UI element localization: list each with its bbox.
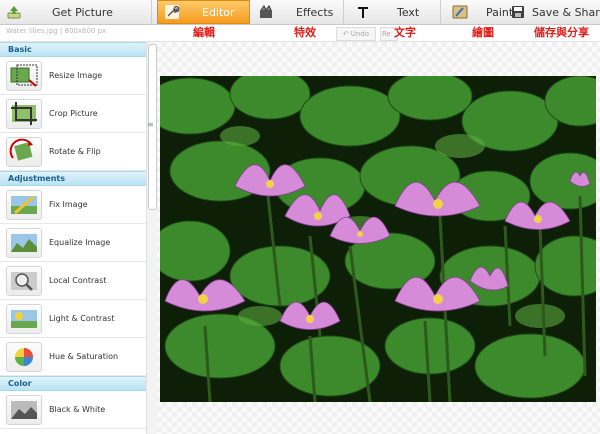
edited-photo bbox=[160, 76, 596, 402]
file-info: Water lilies.jpg | 800x600 px bbox=[6, 27, 107, 35]
tool-crop-picture[interactable]: Crop Picture bbox=[0, 95, 146, 133]
tool-fix-image[interactable]: Fix Image bbox=[0, 186, 146, 224]
light-contrast-icon bbox=[6, 303, 42, 334]
section-basic: Basic bbox=[0, 42, 146, 57]
hue-saturation-icon bbox=[6, 341, 42, 372]
paint-icon bbox=[452, 5, 468, 19]
tab-save-share[interactable]: Save & Share bbox=[506, 0, 600, 24]
label-effects-cn: 特效 bbox=[294, 26, 316, 39]
local-contrast-icon bbox=[6, 265, 42, 296]
resize-icon bbox=[6, 60, 42, 91]
tool-light-contrast[interactable]: Light & Contrast bbox=[0, 300, 146, 338]
tool-equalize-image[interactable]: Equalize Image bbox=[0, 224, 146, 262]
black-white-icon bbox=[6, 394, 42, 425]
section-color: Color bbox=[0, 376, 146, 391]
upload-icon bbox=[7, 6, 21, 19]
tab-text[interactable]: Text bbox=[349, 0, 441, 24]
tool-rotate-flip[interactable]: Rotate & Flip bbox=[0, 133, 146, 171]
info-bar: Water lilies.jpg | 800x600 px 編輯 特效 ↶ Un… bbox=[0, 25, 600, 42]
label-paint-cn: 繪圖 bbox=[472, 26, 494, 39]
label-save-share-cn: 儲存與分享 bbox=[534, 26, 589, 39]
tool-black-white[interactable]: Black & White bbox=[0, 391, 146, 429]
label-text-cn: 文字 bbox=[394, 26, 416, 39]
tab-get-picture[interactable]: Get Picture bbox=[0, 0, 152, 24]
wrench-icon bbox=[165, 5, 180, 19]
undo-button[interactable]: ↶ Undo bbox=[336, 27, 376, 41]
undo-icon: ↶ bbox=[342, 30, 349, 38]
crop-icon bbox=[6, 98, 42, 129]
main-tab-bar: Get Picture Editor Effects Text Paint Sa… bbox=[0, 0, 600, 25]
tools-panel: Basic Resize Image Crop Picture Rotate &… bbox=[0, 42, 146, 434]
equalize-icon bbox=[6, 227, 42, 258]
tab-paint[interactable]: Paint bbox=[446, 0, 513, 24]
rotate-icon bbox=[6, 136, 42, 167]
tools-scrollbar[interactable] bbox=[146, 42, 157, 434]
label-editor-cn: 編輯 bbox=[193, 26, 215, 39]
text-icon bbox=[358, 7, 368, 18]
tool-resize-image[interactable]: Resize Image bbox=[0, 57, 146, 95]
save-icon bbox=[512, 6, 524, 18]
section-adjustments: Adjustments bbox=[0, 171, 146, 186]
fix-image-icon bbox=[6, 189, 42, 220]
tool-hue-saturation[interactable]: Hue & Saturation bbox=[0, 338, 146, 376]
tab-effects[interactable]: Effects bbox=[252, 0, 344, 24]
tab-editor[interactable]: Editor bbox=[157, 0, 250, 24]
effects-icon bbox=[260, 5, 272, 18]
panel-resize-grip[interactable]: ≡ bbox=[147, 120, 154, 129]
tool-local-contrast[interactable]: Local Contrast bbox=[0, 262, 146, 300]
